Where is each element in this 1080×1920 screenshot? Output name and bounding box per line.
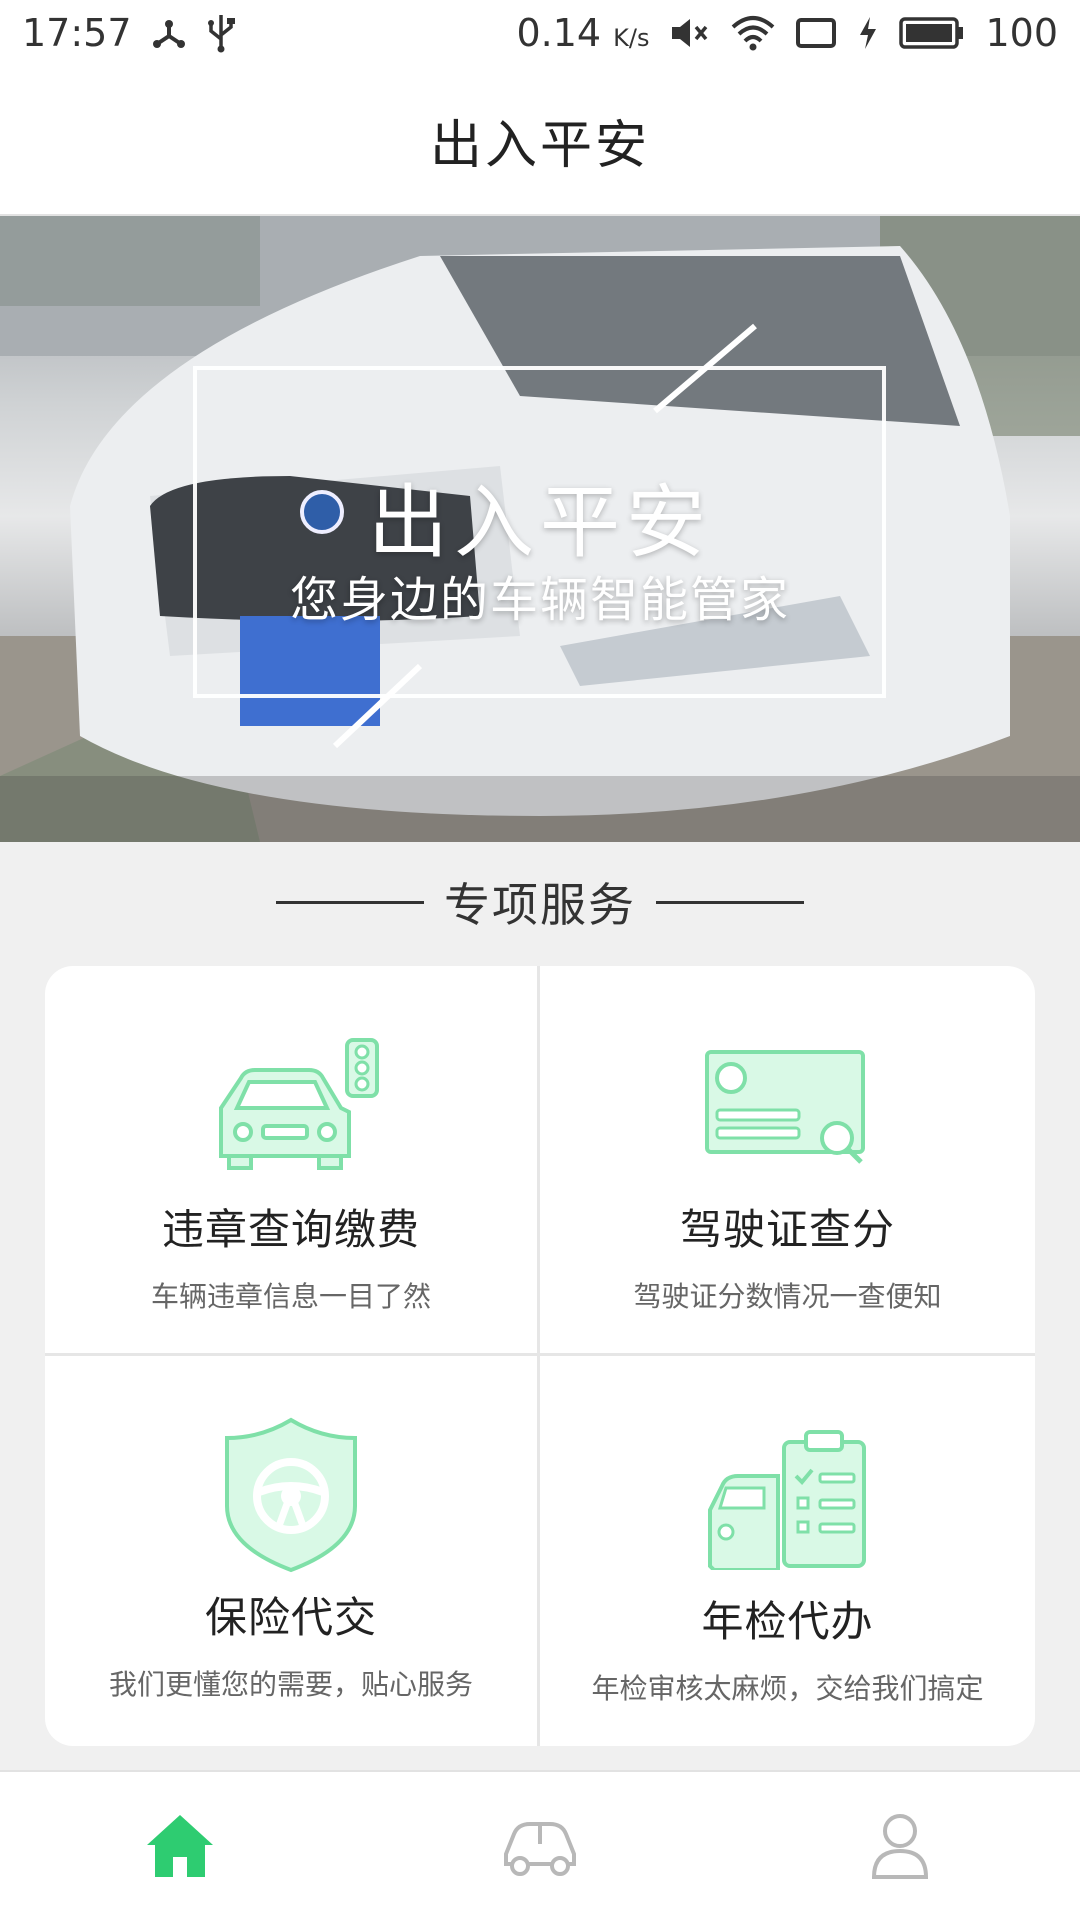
license-search-icon bbox=[703, 1038, 873, 1170]
hero-banner[interactable]: 出入平安 您身边的车辆智能管家 bbox=[0, 216, 1080, 842]
service-title: 违章查询缴费 bbox=[161, 1205, 420, 1254]
nav-vehicle[interactable] bbox=[440, 1772, 640, 1920]
car-icon bbox=[504, 1822, 576, 1876]
status-left: 17:57 bbox=[22, 11, 236, 55]
network-speed-unit: K/s bbox=[613, 24, 650, 52]
shield-steering-wheel-icon bbox=[221, 1416, 361, 1574]
section-heading: 专项服务 bbox=[0, 842, 1080, 962]
nav-home[interactable] bbox=[80, 1772, 280, 1920]
service-title: 年检代办 bbox=[701, 1597, 874, 1646]
service-insurance-payment[interactable]: 保险代交 我们更懂您的需要，贴心服务 bbox=[45, 1356, 540, 1746]
service-title: 保险代交 bbox=[204, 1593, 377, 1642]
frame-slash-bottom bbox=[332, 663, 423, 749]
banner-title: 出入平安 bbox=[368, 476, 712, 569]
heading-divider-left bbox=[276, 900, 424, 904]
home-icon bbox=[147, 1815, 213, 1877]
charging-icon bbox=[857, 15, 879, 51]
service-desc: 车辆违章信息一目了然 bbox=[150, 1280, 431, 1313]
banner-subtitle: 您身边的车辆智能管家 bbox=[289, 572, 790, 628]
status-time: 17:57 bbox=[22, 11, 132, 55]
bottom-nav bbox=[0, 1770, 1080, 1920]
battery-icon bbox=[899, 16, 965, 50]
car-traffic-light-icon bbox=[201, 1038, 381, 1170]
page-title: 出入平安 bbox=[429, 115, 650, 176]
service-desc: 驾驶证分数情况一查便知 bbox=[633, 1280, 942, 1313]
service-license-points[interactable]: 驾驶证查分 驾驶证分数情况一查便知 bbox=[540, 966, 1035, 1356]
mute-icon bbox=[669, 15, 711, 51]
network-speed: 0.14 K/s bbox=[516, 11, 650, 55]
services-card: 违章查询缴费 车辆违章信息一目了然 驾驶证查分 驾驶证分数情况一查便知 保险代交… bbox=[45, 966, 1035, 1746]
usb-icon bbox=[206, 13, 236, 53]
status-bar: 17:57 0.14 K/s 100 bbox=[0, 0, 1080, 66]
app-header: 出入平安 bbox=[0, 66, 1080, 216]
status-right: 0.14 K/s 100 bbox=[516, 11, 1058, 55]
service-desc: 年检审核太麻烦，交给我们搞定 bbox=[591, 1672, 984, 1705]
nav-profile[interactable] bbox=[800, 1772, 1000, 1920]
car-checklist-icon bbox=[707, 1420, 868, 1570]
screen-icon bbox=[795, 16, 837, 50]
battery-level: 100 bbox=[985, 11, 1058, 55]
frame-slash-top bbox=[653, 323, 757, 414]
service-violation-query[interactable]: 违章查询缴费 车辆违章信息一目了然 bbox=[45, 966, 540, 1356]
section-title: 专项服务 bbox=[444, 878, 636, 932]
wifi-icon bbox=[731, 15, 775, 51]
service-desc: 我们更懂您的需要，贴心服务 bbox=[108, 1668, 473, 1701]
nodes-icon bbox=[150, 14, 188, 52]
user-icon bbox=[871, 1814, 929, 1879]
service-annual-inspection[interactable]: 年检代办 年检审核太麻烦，交给我们搞定 bbox=[540, 1356, 1035, 1746]
service-title: 驾驶证查分 bbox=[679, 1205, 895, 1254]
heading-divider-right bbox=[656, 900, 804, 904]
